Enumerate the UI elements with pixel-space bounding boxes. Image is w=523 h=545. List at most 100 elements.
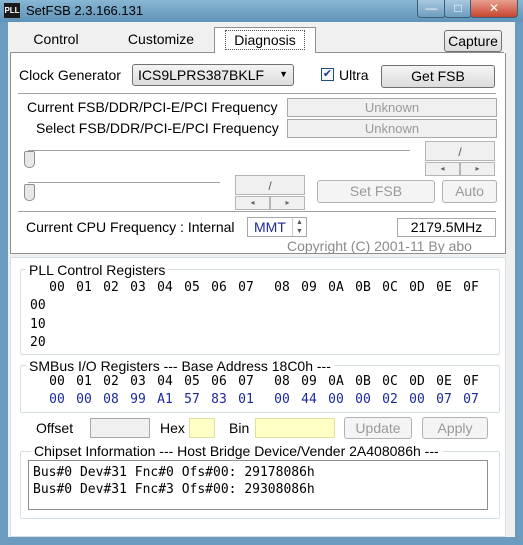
smbus-value: 00 — [274, 392, 290, 407]
cpu-freq-source: MMT — [254, 219, 286, 235]
fsb-slider-track[interactable] — [28, 150, 410, 154]
set-fsb-button[interactable]: Set FSB — [317, 180, 435, 203]
pll-col-header: 07 — [238, 280, 254, 295]
smbus-value: 00 — [328, 392, 344, 407]
pll-col-header: 0B — [355, 280, 371, 295]
spin-up-icon[interactable]: ▲ — [292, 218, 306, 227]
maximize-icon: □ — [454, 1, 462, 15]
ratio-slider-track[interactable] — [28, 182, 220, 186]
ratio-spinner-up[interactable]: ▸ — [270, 196, 305, 210]
fsb-spinner-value: / — [425, 141, 495, 161]
cpu-freq-value: 2179.5MHz — [397, 218, 496, 237]
spin-down-icon[interactable]: ▼ — [292, 227, 306, 236]
ultra-checkbox[interactable]: ✔ — [321, 68, 334, 81]
pll-row-label: 20 — [30, 335, 46, 350]
tab-control[interactable]: Control — [20, 28, 92, 50]
smbus-col-header: 08 — [274, 374, 290, 389]
smbus-col-header: 0C — [382, 374, 398, 389]
separator — [18, 93, 496, 95]
pll-col-header: 0C — [382, 280, 398, 295]
close-icon: ✕ — [488, 1, 500, 15]
ratio-slider-thumb[interactable] — [24, 184, 35, 201]
smbus-col-header: 07 — [238, 374, 254, 389]
cpu-freq-label: Current CPU Frequency : Internal — [26, 219, 235, 235]
separator — [18, 211, 496, 213]
window-title: SetFSB 2.3.166.131 — [26, 3, 144, 18]
smbus-value: 00 — [76, 392, 92, 407]
smbus-col-header: 04 — [157, 374, 173, 389]
pll-group-title: PLL Control Registers — [26, 262, 169, 278]
tab-diagnosis-label: Diagnosis — [225, 30, 305, 50]
fsb-spinner-down[interactable]: ◂ — [425, 162, 460, 176]
smbus-value: 99 — [130, 392, 146, 407]
check-icon: ✔ — [322, 68, 333, 80]
chipset-info-box[interactable]: Bus#0 Dev#31 Fnc#0 Ofs#00: 29178086h Bus… — [28, 460, 488, 510]
smbus-value: 07 — [436, 392, 452, 407]
minimize-icon: — — [425, 1, 438, 15]
client-area: Control Customize Diagnosis Capture Cloc… — [8, 22, 515, 537]
update-button[interactable]: Update — [344, 417, 412, 439]
pll-row-label: 00 — [30, 298, 46, 313]
minimize-button[interactable]: — — [417, 0, 446, 18]
tab-customize[interactable]: Customize — [116, 28, 206, 50]
apply-button[interactable]: Apply — [422, 417, 488, 439]
hex-label: Hex — [160, 420, 185, 436]
fsb-spinner-up[interactable]: ▸ — [460, 162, 495, 176]
clock-generator-value: ICS9LPRS387BKLF — [138, 67, 265, 83]
capture-button[interactable]: Capture — [444, 30, 502, 52]
bin-label: Bin — [229, 420, 250, 436]
pll-col-header: 01 — [76, 280, 92, 295]
bin-input[interactable] — [255, 418, 335, 438]
cpu-freq-source-spinner[interactable]: MMT ▲ ▼ — [247, 217, 307, 237]
offset-label: Offset — [36, 420, 74, 436]
pll-col-header: 08 — [274, 280, 290, 295]
get-fsb-button[interactable]: Get FSB — [381, 65, 495, 88]
chevron-down-icon: ▼ — [279, 69, 288, 79]
title-bar[interactable]: PLL SetFSB 2.3.166.131 — □ ✕ — [0, 0, 523, 22]
tab-diagnosis[interactable]: Diagnosis — [214, 27, 316, 53]
select-freq-field: Unknown — [287, 119, 497, 138]
smbus-value: 44 — [301, 392, 317, 407]
ratio-spinner-down[interactable]: ◂ — [235, 196, 270, 210]
smbus-value: 83 — [211, 392, 227, 407]
copyright-text: Copyright (C) 2001-11 By abo — [287, 238, 472, 254]
smbus-col-header: 0A — [328, 374, 344, 389]
clock-generator-select[interactable]: ICS9LPRS387BKLF ▼ — [132, 64, 294, 86]
current-freq-label: Current FSB/DDR/PCI-E/PCI Frequency — [27, 99, 278, 115]
smbus-col-header: 05 — [184, 374, 200, 389]
app-window: PLL SetFSB 2.3.166.131 — □ ✕ Control Cus… — [0, 0, 523, 545]
offset-input[interactable] — [90, 418, 150, 438]
chipset-line: Bus#0 Dev#31 Fnc#0 Ofs#00: 29178086h — [33, 465, 315, 480]
smbus-row-label: 00 — [49, 392, 65, 407]
smbus-value: A1 — [157, 392, 173, 407]
smbus-col-header: 0B — [355, 374, 371, 389]
close-button[interactable]: ✕ — [470, 0, 518, 18]
smbus-col-header: 0E — [436, 374, 452, 389]
maximize-button[interactable]: □ — [444, 0, 472, 18]
current-freq-field: Unknown — [287, 98, 497, 117]
smbus-value: 01 — [238, 392, 254, 407]
smbus-col-header: 06 — [211, 374, 227, 389]
smbus-col-header: 09 — [301, 374, 317, 389]
smbus-col-header: 01 — [76, 374, 92, 389]
smbus-value: 02 — [382, 392, 398, 407]
clock-generator-label: Clock Generator — [19, 67, 121, 83]
pll-col-header: 02 — [103, 280, 119, 295]
ratio-spinner[interactable]: / ◂ ▸ — [235, 175, 306, 214]
chipset-group-title: Chipset Information --- Host Bridge Devi… — [31, 443, 442, 459]
smbus-value: 00 — [355, 392, 371, 407]
pll-col-header: 09 — [301, 280, 317, 295]
pll-col-header: 04 — [157, 280, 173, 295]
pll-row-label: 10 — [30, 317, 46, 332]
hex-input[interactable] — [189, 418, 215, 438]
fsb-slider-thumb[interactable] — [24, 151, 35, 168]
select-freq-label: Select FSB/DDR/PCI-E/PCI Frequency — [36, 120, 279, 136]
smbus-value: 07 — [463, 392, 479, 407]
pll-col-header: 0E — [436, 280, 452, 295]
smbus-col-header: 03 — [130, 374, 146, 389]
pll-col-header: 05 — [184, 280, 200, 295]
smbus-col-header: 02 — [103, 374, 119, 389]
auto-button[interactable]: Auto — [442, 180, 497, 203]
pll-col-header: 00 — [49, 280, 65, 295]
fsb-spinner[interactable]: / ◂ ▸ — [425, 141, 496, 180]
